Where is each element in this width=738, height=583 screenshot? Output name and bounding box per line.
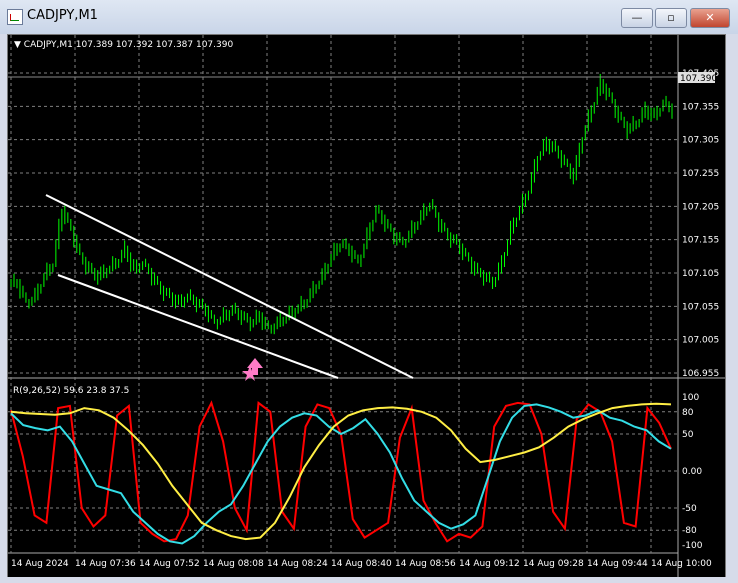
chart-header: ▼ CADJPY,M1 107.389 107.392 107.387 107.…	[14, 40, 233, 50]
chart-window[interactable]: 107.405107.355107.305107.255107.205107.1…	[7, 34, 726, 579]
window-title: CADJPY,M1	[27, 8, 98, 23]
time-tick-label: 14 Aug 08:56	[395, 559, 456, 569]
price-tick-label: 107.105	[682, 269, 719, 279]
osc-tick-label: 100	[682, 393, 699, 403]
chart-grid	[8, 35, 725, 578]
time-tick-label: 14 Aug 08:40	[331, 559, 392, 569]
time-tick-label: 14 Aug 07:36	[75, 559, 136, 569]
price-tick-label: 107.005	[682, 336, 719, 346]
time-tick-label: 14 Aug 09:44	[587, 559, 648, 569]
time-tick-label: 14 Aug 09:12	[459, 559, 520, 569]
osc-tick-label: -50	[682, 504, 697, 514]
osc-tick-label: -100	[682, 541, 703, 551]
time-tick-label: 14 Aug 10:00	[651, 559, 712, 569]
osc-tick-label: 0.00	[682, 467, 702, 477]
time-tick-label: 14 Aug 09:28	[523, 559, 584, 569]
price-tick-label: 107.055	[682, 302, 719, 312]
trendlines	[45, 194, 414, 379]
bottom-strip	[0, 577, 738, 583]
time-tick-label: 14 Aug 08:24	[267, 559, 328, 569]
chart-window-icon	[7, 9, 23, 25]
price-tick-label: 107.355	[682, 102, 719, 112]
time-tick-label: 14 Aug 08:08	[203, 559, 264, 569]
upper-trendline	[45, 194, 414, 379]
restore-button[interactable]: ▫	[655, 8, 687, 28]
close-button[interactable]: ✕	[690, 8, 730, 28]
osc-tick-label: 50	[682, 430, 694, 440]
current-price-tag: 107.390	[680, 74, 717, 84]
chart-canvas[interactable]: 107.405107.355107.305107.255107.205107.1…	[8, 35, 725, 578]
price-tick-label: 107.305	[682, 136, 719, 146]
window-titlebar[interactable]: CADJPY,M1 — ▫ ✕	[0, 0, 738, 34]
time-tick-label: 14 Aug 2024	[11, 559, 69, 569]
time-tick-label: 14 Aug 07:52	[139, 559, 200, 569]
price-tick-label: 106.955	[682, 369, 719, 379]
indicator-label: R(9,26,52) 59.6 23.8 37.5	[13, 386, 129, 396]
oscillator-lines	[10, 400, 672, 545]
axis-labels: 107.405107.355107.305107.255107.205107.1…	[11, 69, 719, 569]
price-tick-label: 107.155	[682, 236, 719, 246]
price-tick-label: 107.255	[682, 169, 719, 179]
lower-trendline	[57, 274, 339, 379]
osc-tick-label: -80	[682, 526, 697, 536]
osc-tick-label: 80	[682, 408, 694, 418]
minimize-button[interactable]: —	[621, 8, 653, 28]
price-tick-label: 107.205	[682, 202, 719, 212]
